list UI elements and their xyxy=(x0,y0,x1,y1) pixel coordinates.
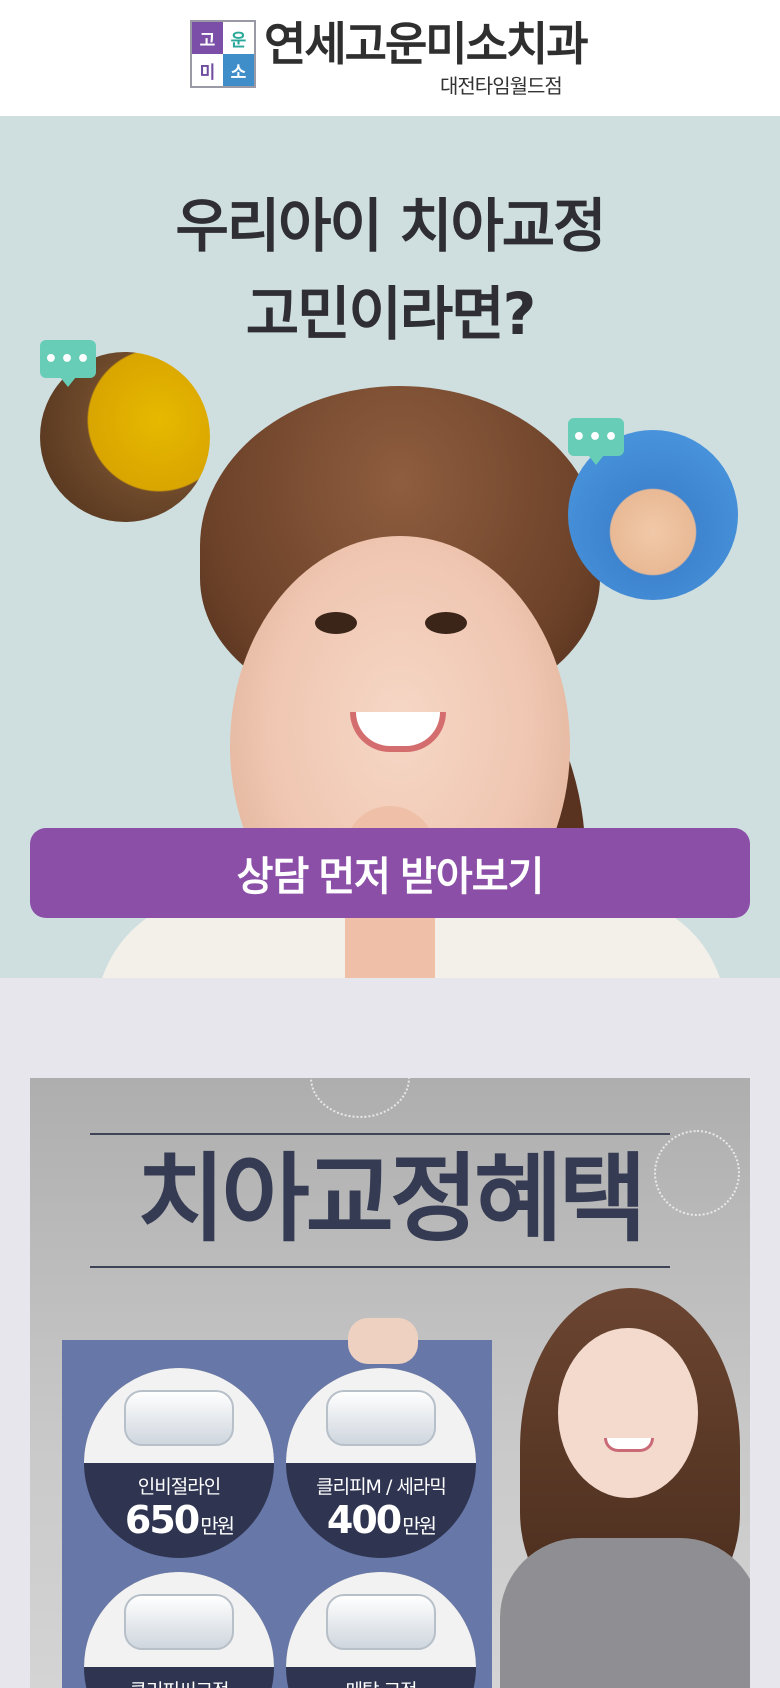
product-image-area xyxy=(84,1572,274,1667)
hero-title: 우리아이 치아교정 고민이라면? xyxy=(0,182,780,358)
product-image-area xyxy=(286,1572,476,1667)
divider xyxy=(90,1266,670,1268)
logo-cell: 운 xyxy=(223,22,254,54)
eye xyxy=(315,612,357,634)
model-face xyxy=(558,1328,698,1498)
brand-name[interactable]: 연세고운미소치과 xyxy=(264,14,589,74)
aligner-image xyxy=(124,1390,234,1446)
model-woman-image xyxy=(500,1288,750,1688)
promo-title: 치아교정혜택 xyxy=(137,1143,647,1255)
price-item-metal[interactable]: 메탈 교정 xyxy=(286,1572,476,1688)
model-sweater xyxy=(500,1538,750,1688)
price-item-price: 400 만원 xyxy=(326,1498,437,1542)
price-item-name: 메탈 교정 xyxy=(286,1676,476,1688)
price-item-clippy-c[interactable]: 클리피씨교정 xyxy=(84,1572,274,1688)
hero-title-line1: 우리아이 치아교정 xyxy=(175,192,606,260)
bracket-image xyxy=(326,1594,436,1650)
logo-cell: 고 xyxy=(192,22,223,54)
branch-name: 대전타임월드점 xyxy=(440,74,563,98)
logo-cell: 미 xyxy=(192,54,223,86)
bracket-image xyxy=(326,1390,436,1446)
divider xyxy=(90,1133,670,1135)
price-item-clippy-ceramic[interactable]: 클리피M / 세라믹 400 만원 xyxy=(286,1368,476,1558)
price-item-price: 650 만원 xyxy=(124,1498,235,1542)
eye xyxy=(425,612,467,634)
price-item-invisalign[interactable]: 인비절라인 650 만원 xyxy=(84,1368,274,1558)
product-image-area xyxy=(84,1368,274,1463)
site-header: 고 운 미 소 연세고운미소치과 대전타임월드점 xyxy=(0,0,780,116)
hero-title-line2: 고민이라면? xyxy=(245,280,536,348)
price-item-name: 클리피M / 세라믹 xyxy=(316,1476,447,1498)
sparkle-decoration xyxy=(310,1078,410,1118)
smile xyxy=(604,1438,654,1452)
consult-button[interactable]: 상담 먼저 받아보기 xyxy=(30,828,750,918)
price-item-name: 인비절라인 xyxy=(137,1476,221,1498)
price-item-name: 클리피씨교정 xyxy=(84,1676,274,1688)
chat-bubble-icon: ••• xyxy=(40,340,96,387)
orthodontic-benefit-banner[interactable]: 치아교정혜택 인비절라인 650만원 클리피M / 세라믹 400만원 클리피씨… xyxy=(30,1078,750,1688)
logo-cell: 소 xyxy=(223,54,254,86)
chat-bubble-icon: ••• xyxy=(568,418,624,465)
hero-banner: 우리아이 치아교정 고민이라면? ••• ••• 상담 먼저 받아보기 xyxy=(0,116,780,978)
product-image-area xyxy=(286,1368,476,1463)
bracket-image xyxy=(124,1594,234,1650)
hand-holding-board xyxy=(348,1318,418,1364)
logo[interactable]: 고 운 미 소 xyxy=(190,20,256,88)
